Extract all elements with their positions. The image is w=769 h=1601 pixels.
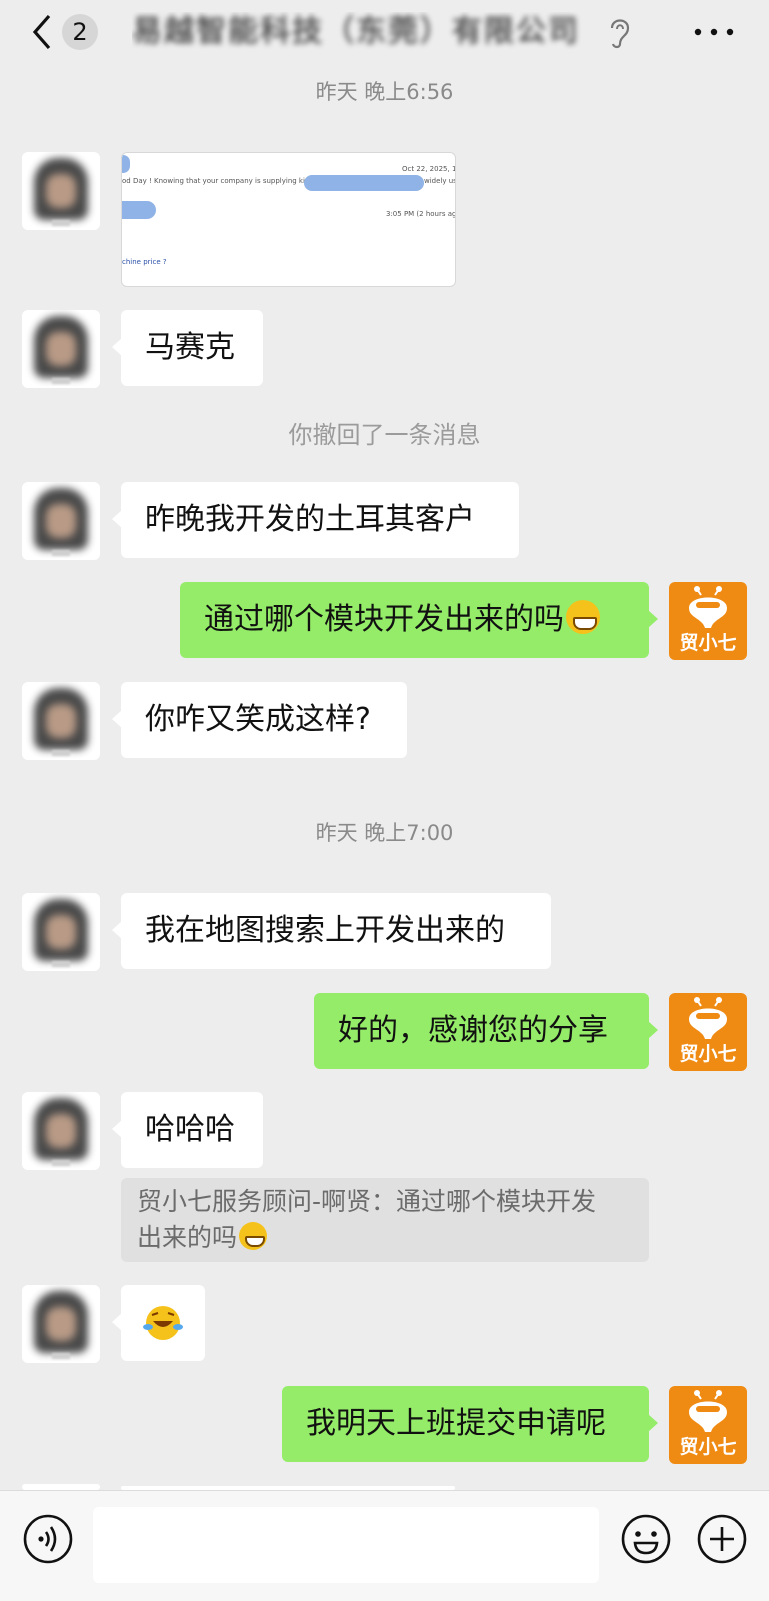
received-message[interactable]: 你咋又笑成这样? [112, 682, 407, 758]
contact-avatar[interactable] [22, 482, 100, 560]
grin-emoji [566, 600, 600, 634]
timestamp: 昨天 晚上6:56 [315, 80, 454, 104]
more-icon[interactable] [690, 14, 738, 50]
received-message[interactable]: 哈哈哈 [112, 1092, 263, 1168]
sent-message[interactable]: 通过哪个模块开发出来的吗 [180, 582, 658, 658]
bot-avatar[interactable]: 贸小七 [669, 1386, 747, 1464]
contact-avatar[interactable] [22, 1285, 100, 1363]
chat-title[interactable]: 易越智能科技（东莞）有限公司 [132, 12, 592, 52]
unread-count-badge: 2 [62, 14, 98, 50]
bot-avatar[interactable]: 贸小七 [669, 993, 747, 1071]
received-message[interactable]: 昨晚我开发的土耳其客户 [112, 482, 519, 558]
recall-notice: 你撤回了一条消息 [288, 421, 481, 449]
bot-avatar[interactable]: 贸小七 [669, 582, 747, 660]
contact-avatar[interactable] [22, 152, 100, 230]
message-input[interactable] [93, 1507, 599, 1583]
received-emoji-message[interactable] [112, 1285, 205, 1361]
sent-message[interactable]: 好的，感谢您的分享 [314, 993, 658, 1069]
email-screenshot-card[interactable]: Oct 22, 2025, 11 od Day ! Knowing that y… [121, 152, 456, 287]
contact-avatar[interactable] [22, 1092, 100, 1170]
contact-avatar[interactable] [22, 893, 100, 971]
emoji-icon[interactable] [620, 1513, 672, 1565]
sent-message[interactable]: 我明天上班提交申请呢 [282, 1386, 658, 1462]
voice-icon[interactable] [22, 1513, 74, 1565]
input-bar [0, 1490, 769, 1601]
plus-icon[interactable] [696, 1513, 748, 1565]
contact-avatar[interactable] [22, 682, 100, 760]
received-message[interactable]: 我在地图搜索上开发出来的 [112, 893, 551, 969]
laugh-cry-emoji [143, 1306, 183, 1340]
grin-emoji [239, 1222, 268, 1250]
quoted-message[interactable]: 贸小七服务顾问-啊贤：通过哪个模块开发 出来的吗 [121, 1178, 649, 1262]
received-message[interactable]: 马赛克 [112, 310, 263, 386]
ear-icon [610, 19, 630, 49]
contact-avatar[interactable] [22, 310, 100, 388]
timestamp: 昨天 晚上7:00 [315, 821, 454, 845]
chat-header: 2 易越智能科技（东莞）有限公司 [0, 0, 769, 64]
back-arrow-icon[interactable] [24, 12, 64, 52]
